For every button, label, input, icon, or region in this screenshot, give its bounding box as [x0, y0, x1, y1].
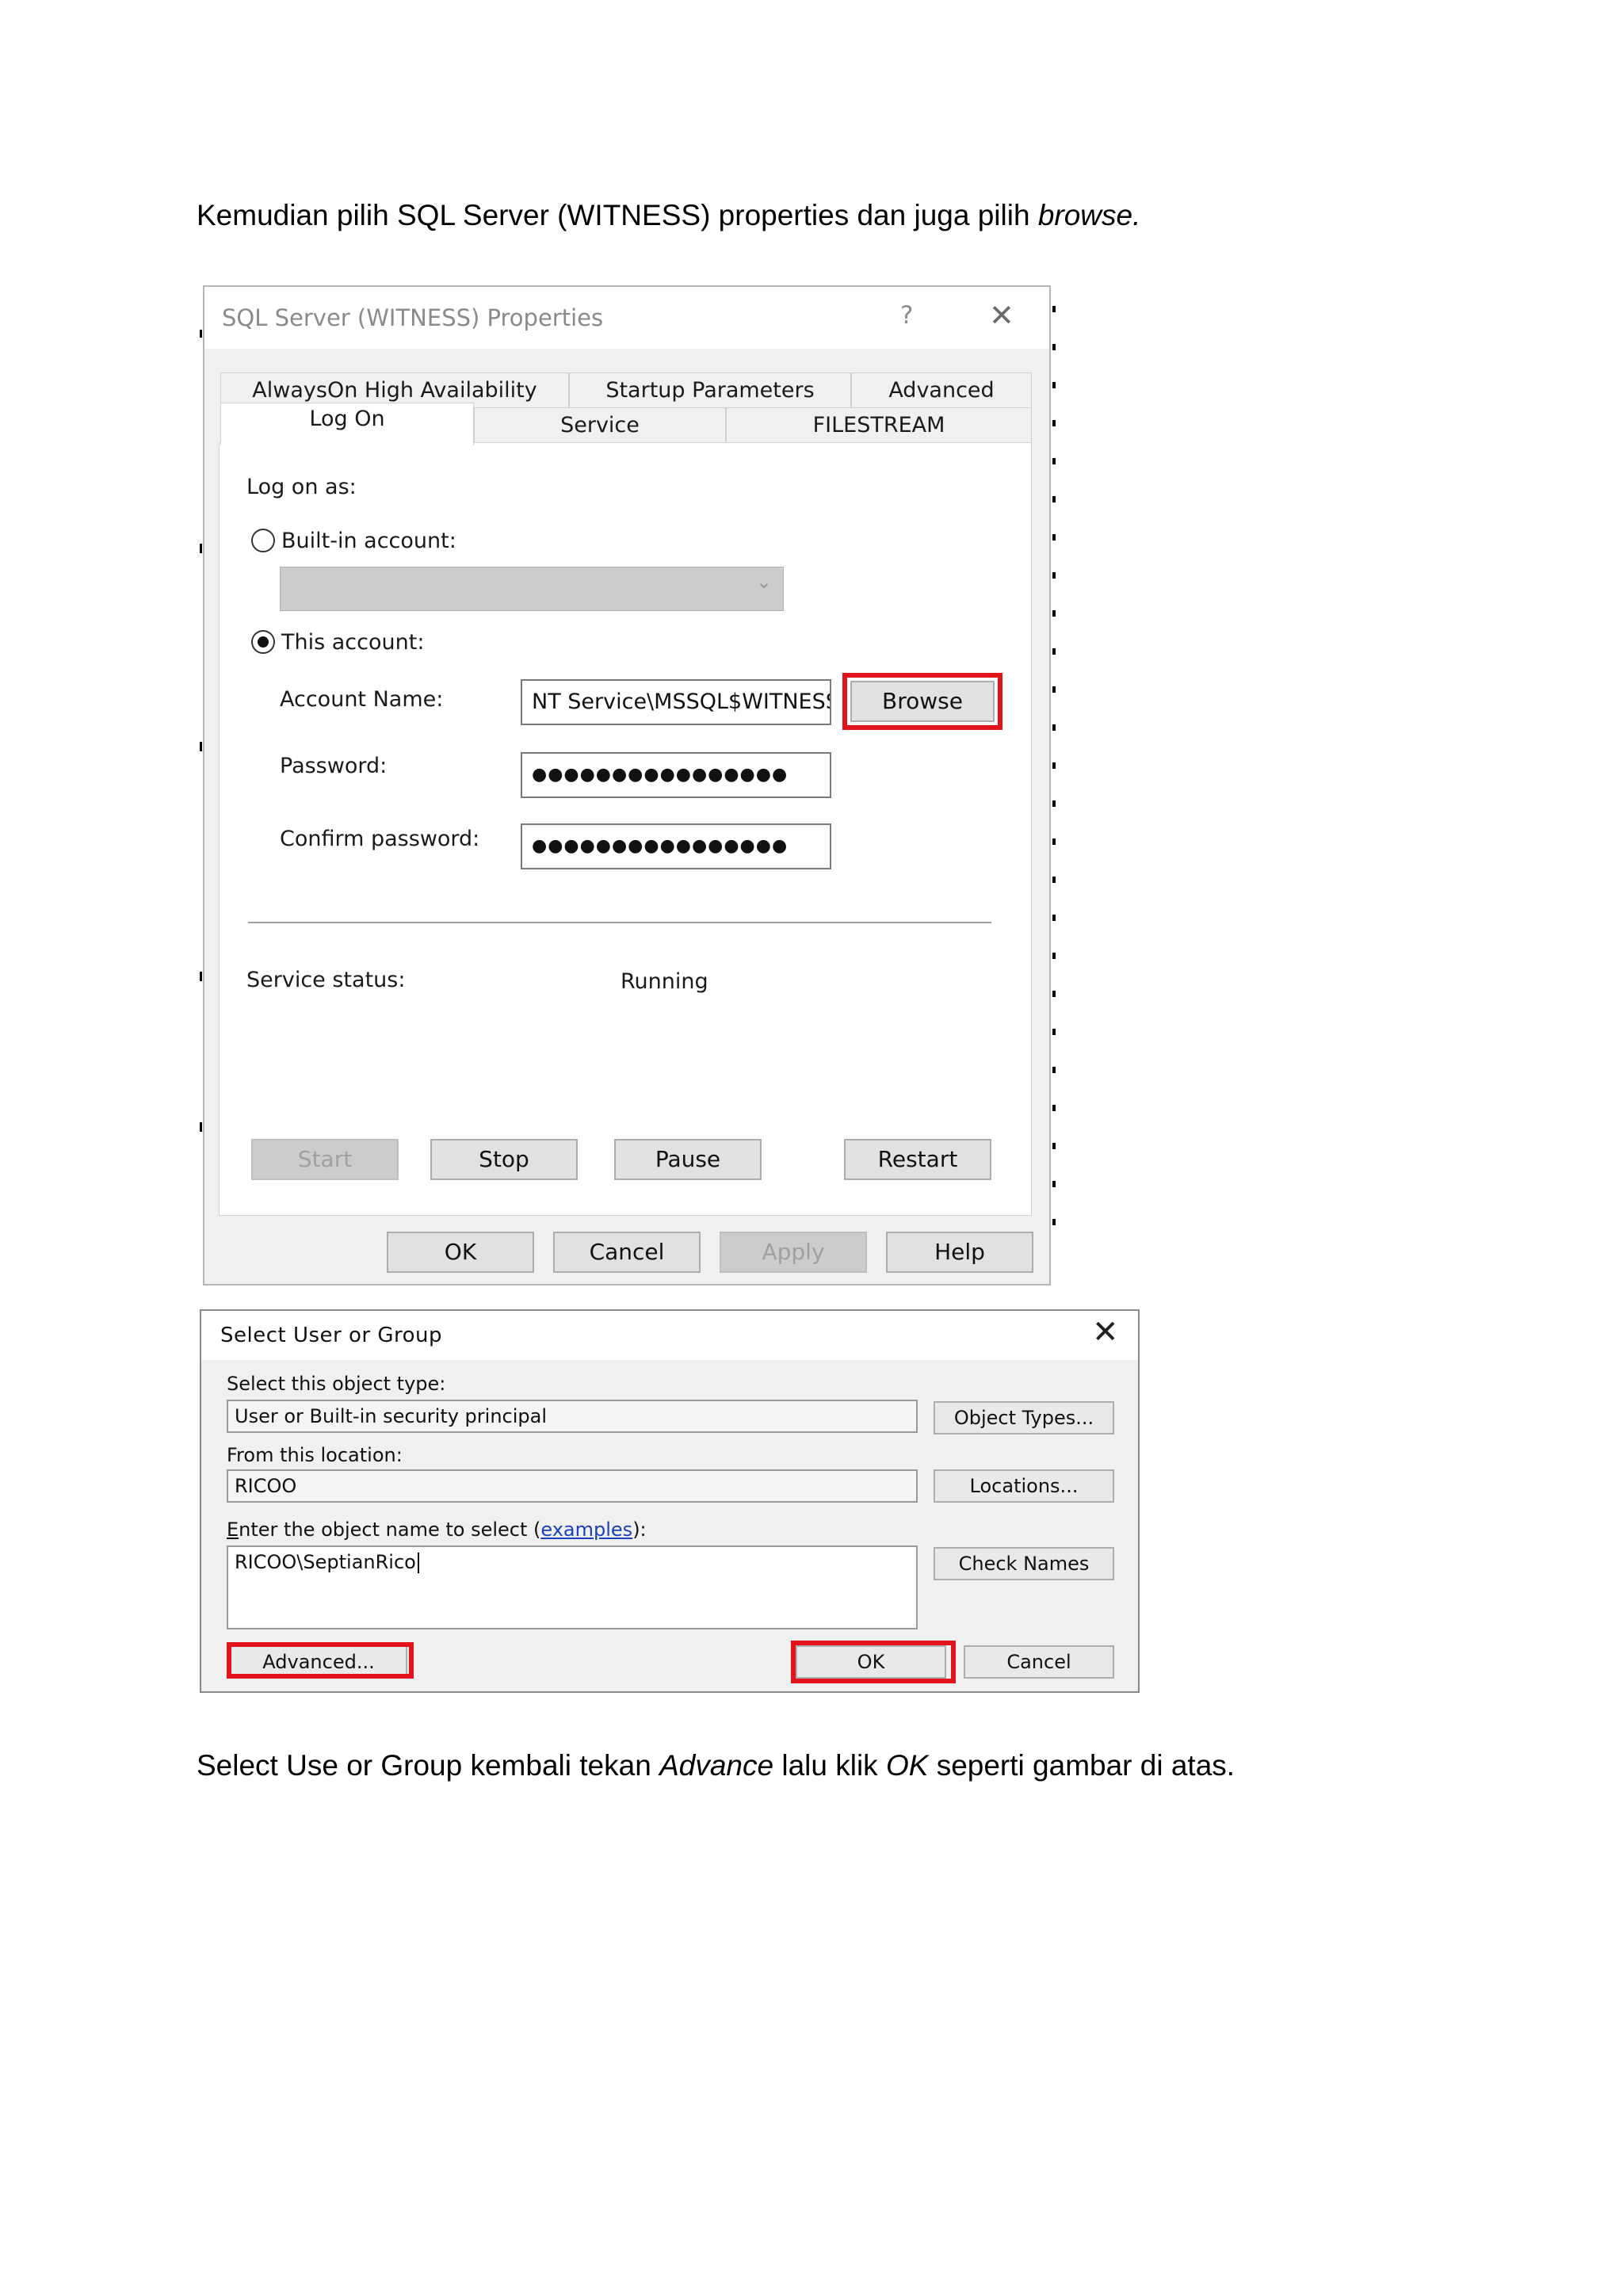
background-edge-mark: [200, 544, 202, 553]
text-cursor: [417, 1553, 419, 1573]
instruction-paragraph-2: Select Use or Group kembali tekan Advanc…: [197, 1748, 1235, 1783]
object-name-textarea[interactable]: RICOO\SeptianRico: [227, 1545, 918, 1629]
dialog-title-bar: Select User or Group ✕: [201, 1311, 1138, 1360]
builtin-account-radio[interactable]: [251, 529, 275, 552]
background-edge-mark: [200, 330, 202, 338]
dialog-title: Select User or Group: [220, 1324, 443, 1347]
intro-italic-text: browse.: [1037, 199, 1141, 231]
stop-button[interactable]: Stop: [430, 1139, 578, 1180]
outro-text-3: seperti gambar di atas.: [928, 1749, 1235, 1782]
enter-object-name-text: nter the object name to select (: [239, 1519, 541, 1541]
tab-filestream[interactable]: FILESTREAM: [726, 407, 1032, 444]
account-name-field[interactable]: NT Service\MSSQL$WITNESS: [521, 679, 831, 725]
examples-link[interactable]: examples: [540, 1519, 632, 1541]
object-type-label: Select this object type:: [227, 1373, 446, 1395]
object-type-field: User or Built-in security principal: [227, 1400, 918, 1433]
location-label: From this location:: [227, 1444, 403, 1466]
accelerator-key: E: [227, 1519, 239, 1541]
location-field: RICOO: [227, 1469, 918, 1503]
outro-text-1: Select Use or Group kembali tekan: [197, 1749, 660, 1782]
close-icon[interactable]: ✕: [989, 298, 1014, 333]
locations-button[interactable]: Locations...: [934, 1469, 1114, 1503]
log-on-tab-panel: Log on as: Built-in account: ⌄ This acco…: [219, 442, 1032, 1216]
pause-button[interactable]: Pause: [614, 1139, 762, 1180]
chevron-down-icon: ⌄: [755, 571, 772, 593]
confirm-password-field[interactable]: ●●●●●●●●●●●●●●●●: [521, 823, 831, 869]
background-edge-mark: [200, 1122, 202, 1132]
dialog-title-bar: SQL Server (WITNESS) Properties ? ✕: [204, 287, 1049, 349]
restart-button[interactable]: Restart: [844, 1139, 991, 1180]
ok-highlight-box: [791, 1641, 956, 1683]
object-name-value: RICOO\SeptianRico: [235, 1551, 416, 1573]
ok-button[interactable]: OK: [387, 1232, 534, 1273]
password-label: Password:: [280, 754, 388, 778]
select-user-or-group-dialog: Select User or Group ✕ Select this objec…: [200, 1309, 1140, 1693]
browse-highlight-box: [842, 673, 1002, 730]
builtin-account-label: Built-in account:: [281, 529, 456, 553]
tab-log-on[interactable]: Log On: [220, 403, 474, 445]
outro-text-2: lalu klik: [773, 1749, 886, 1782]
password-field[interactable]: ●●●●●●●●●●●●●●●●: [521, 752, 831, 798]
outro-italic-advance: Advance: [659, 1749, 774, 1782]
start-button[interactable]: Start: [251, 1139, 399, 1180]
enter-object-name-end: ):: [632, 1519, 647, 1541]
cancel-button[interactable]: Cancel: [553, 1232, 701, 1273]
advanced-highlight-box: [227, 1642, 414, 1679]
builtin-account-dropdown[interactable]: ⌄: [280, 567, 784, 611]
close-icon[interactable]: ✕: [1092, 1314, 1119, 1350]
tab-advanced[interactable]: Advanced: [851, 372, 1032, 409]
background-edge-mark: [200, 972, 202, 981]
background-edge-mark: [1052, 306, 1056, 1257]
object-types-button[interactable]: Object Types...: [934, 1401, 1114, 1435]
cancel-button[interactable]: Cancel: [964, 1645, 1114, 1679]
log-on-as-label: Log on as:: [246, 475, 357, 499]
tab-startup-parameters[interactable]: Startup Parameters: [569, 372, 851, 409]
help-icon[interactable]: ?: [900, 301, 913, 330]
check-names-button[interactable]: Check Names: [934, 1547, 1114, 1580]
sql-server-properties-screenshot: SQL Server (WITNESS) Properties ? ✕ Alwa…: [200, 282, 1057, 1293]
apply-button[interactable]: Apply: [720, 1232, 867, 1273]
tab-service[interactable]: Service: [474, 407, 726, 444]
service-status-label: Service status:: [246, 968, 406, 992]
instruction-paragraph-1: Kemudian pilih SQL Server (WITNESS) prop…: [197, 198, 1140, 233]
background-edge-mark: [200, 742, 202, 751]
confirm-password-label: Confirm password:: [280, 827, 480, 851]
sql-server-properties-dialog: SQL Server (WITNESS) Properties ? ✕ Alwa…: [203, 285, 1051, 1286]
enter-object-name-label: Enter the object name to select (example…: [227, 1519, 647, 1541]
this-account-label: This account:: [281, 630, 425, 655]
help-button[interactable]: Help: [886, 1232, 1033, 1273]
dialog-title: SQL Server (WITNESS) Properties: [222, 304, 604, 331]
service-status-value: Running: [621, 969, 708, 994]
separator-line: [248, 922, 991, 923]
intro-text: Kemudian pilih SQL Server (WITNESS) prop…: [197, 199, 1038, 231]
outro-italic-ok: OK: [885, 1749, 929, 1782]
this-account-radio[interactable]: [251, 630, 275, 654]
account-name-label: Account Name:: [280, 687, 444, 712]
